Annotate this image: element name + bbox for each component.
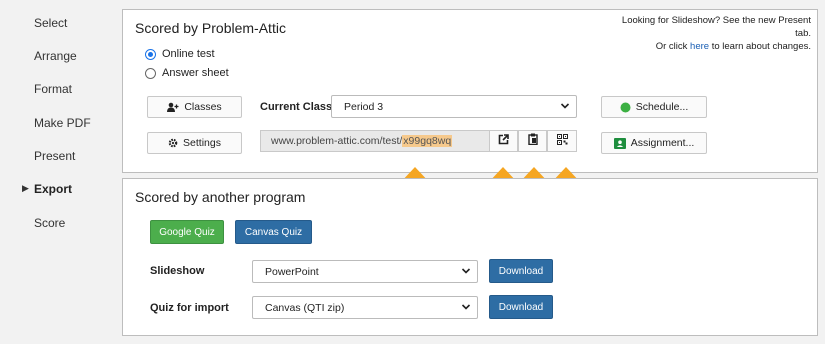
radio-answer-label: Answer sheet [162,67,229,79]
schedule-button[interactable]: Schedule... [601,96,707,118]
download-quiz-button[interactable]: Download [489,295,553,319]
assignment-label: Assignment... [630,137,695,149]
notice-here-link[interactable]: here [690,41,709,52]
sidebar-item-select[interactable]: Select [34,16,67,30]
present-tab-notice: Looking for Slideshow? See the new Prese… [611,14,811,53]
sidebar-item-export[interactable]: Export [34,182,72,196]
current-class-label: Current Class: [260,101,336,113]
test-url-field[interactable]: www.problem-attic.com/test/x99gq8wq [260,130,489,152]
google-quiz-button[interactable]: Google Quiz [150,220,224,244]
assignment-button[interactable]: Assignment... [601,132,707,154]
classes-label: Classes [184,101,222,113]
url-prefix: www.problem-attic.com/test/ [271,135,403,147]
current-class-select[interactable]: Period 3 [331,95,577,118]
sidebar-item-format[interactable]: Format [34,82,72,96]
quiz-import-select[interactable]: Canvas (QTI zip) [252,296,478,319]
google-classroom-icon [613,137,626,149]
sidebar-item-present[interactable]: Present [34,149,75,163]
radio-answer-sheet[interactable]: Answer sheet [145,67,229,79]
current-class-value: Period 3 [344,100,384,113]
sidebar: Select Arrange Format Make PDF Present ▶… [0,0,112,344]
copy-link-button[interactable] [518,130,547,152]
radio-checked-icon[interactable] [145,48,156,60]
panel-title: Scored by another program [135,189,306,205]
open-external-icon [498,132,509,150]
notice-pre: Or click [655,41,691,52]
settings-label: Settings [183,137,221,149]
url-code: x99gq8wq [402,135,453,147]
clipboard-icon [527,132,538,150]
slideshow-value: PowerPoint [265,265,319,278]
schedule-label: Schedule... [635,101,689,113]
panel-title: Scored by Problem-Attic [135,20,286,36]
chevron-down-icon [461,265,471,280]
radio-online-label: Online test [162,48,215,60]
chevron-down-icon [461,301,471,316]
quiz-import-label: Quiz for import [150,302,229,314]
chevron-down-icon [560,100,570,115]
slideshow-select[interactable]: PowerPoint [252,260,478,283]
notice-line-1: Looking for Slideshow? See the new Prese… [621,15,811,39]
quiz-import-value: Canvas (QTI zip) [265,301,345,314]
qr-code-icon [556,132,568,150]
canvas-quiz-button[interactable]: Canvas Quiz [235,220,312,244]
green-dot-icon [620,102,631,113]
active-caret-icon: ▶ [22,183,29,193]
sidebar-item-score[interactable]: Score [34,216,65,230]
sidebar-item-arrange[interactable]: Arrange [34,49,77,63]
radio-online-test[interactable]: Online test [145,48,215,60]
radio-unchecked-icon[interactable] [145,67,156,79]
other-program-panel: Scored by another program Google Quiz Ca… [122,178,818,336]
settings-button[interactable]: Settings [147,132,242,154]
download-slideshow-button[interactable]: Download [489,259,553,283]
add-user-icon [167,102,179,112]
notice-line-2: Or click here to learn about changes. [611,40,811,53]
qr-code-button[interactable] [547,130,577,152]
problem-attic-panel: Scored by Problem-Attic Looking for Slid… [122,9,818,173]
open-link-button[interactable] [489,130,518,152]
sidebar-item-make-pdf[interactable]: Make PDF [34,116,91,130]
gear-icon [168,138,178,148]
classes-button[interactable]: Classes [147,96,242,118]
notice-post: to learn about changes. [709,41,811,52]
slideshow-label: Slideshow [150,265,205,277]
